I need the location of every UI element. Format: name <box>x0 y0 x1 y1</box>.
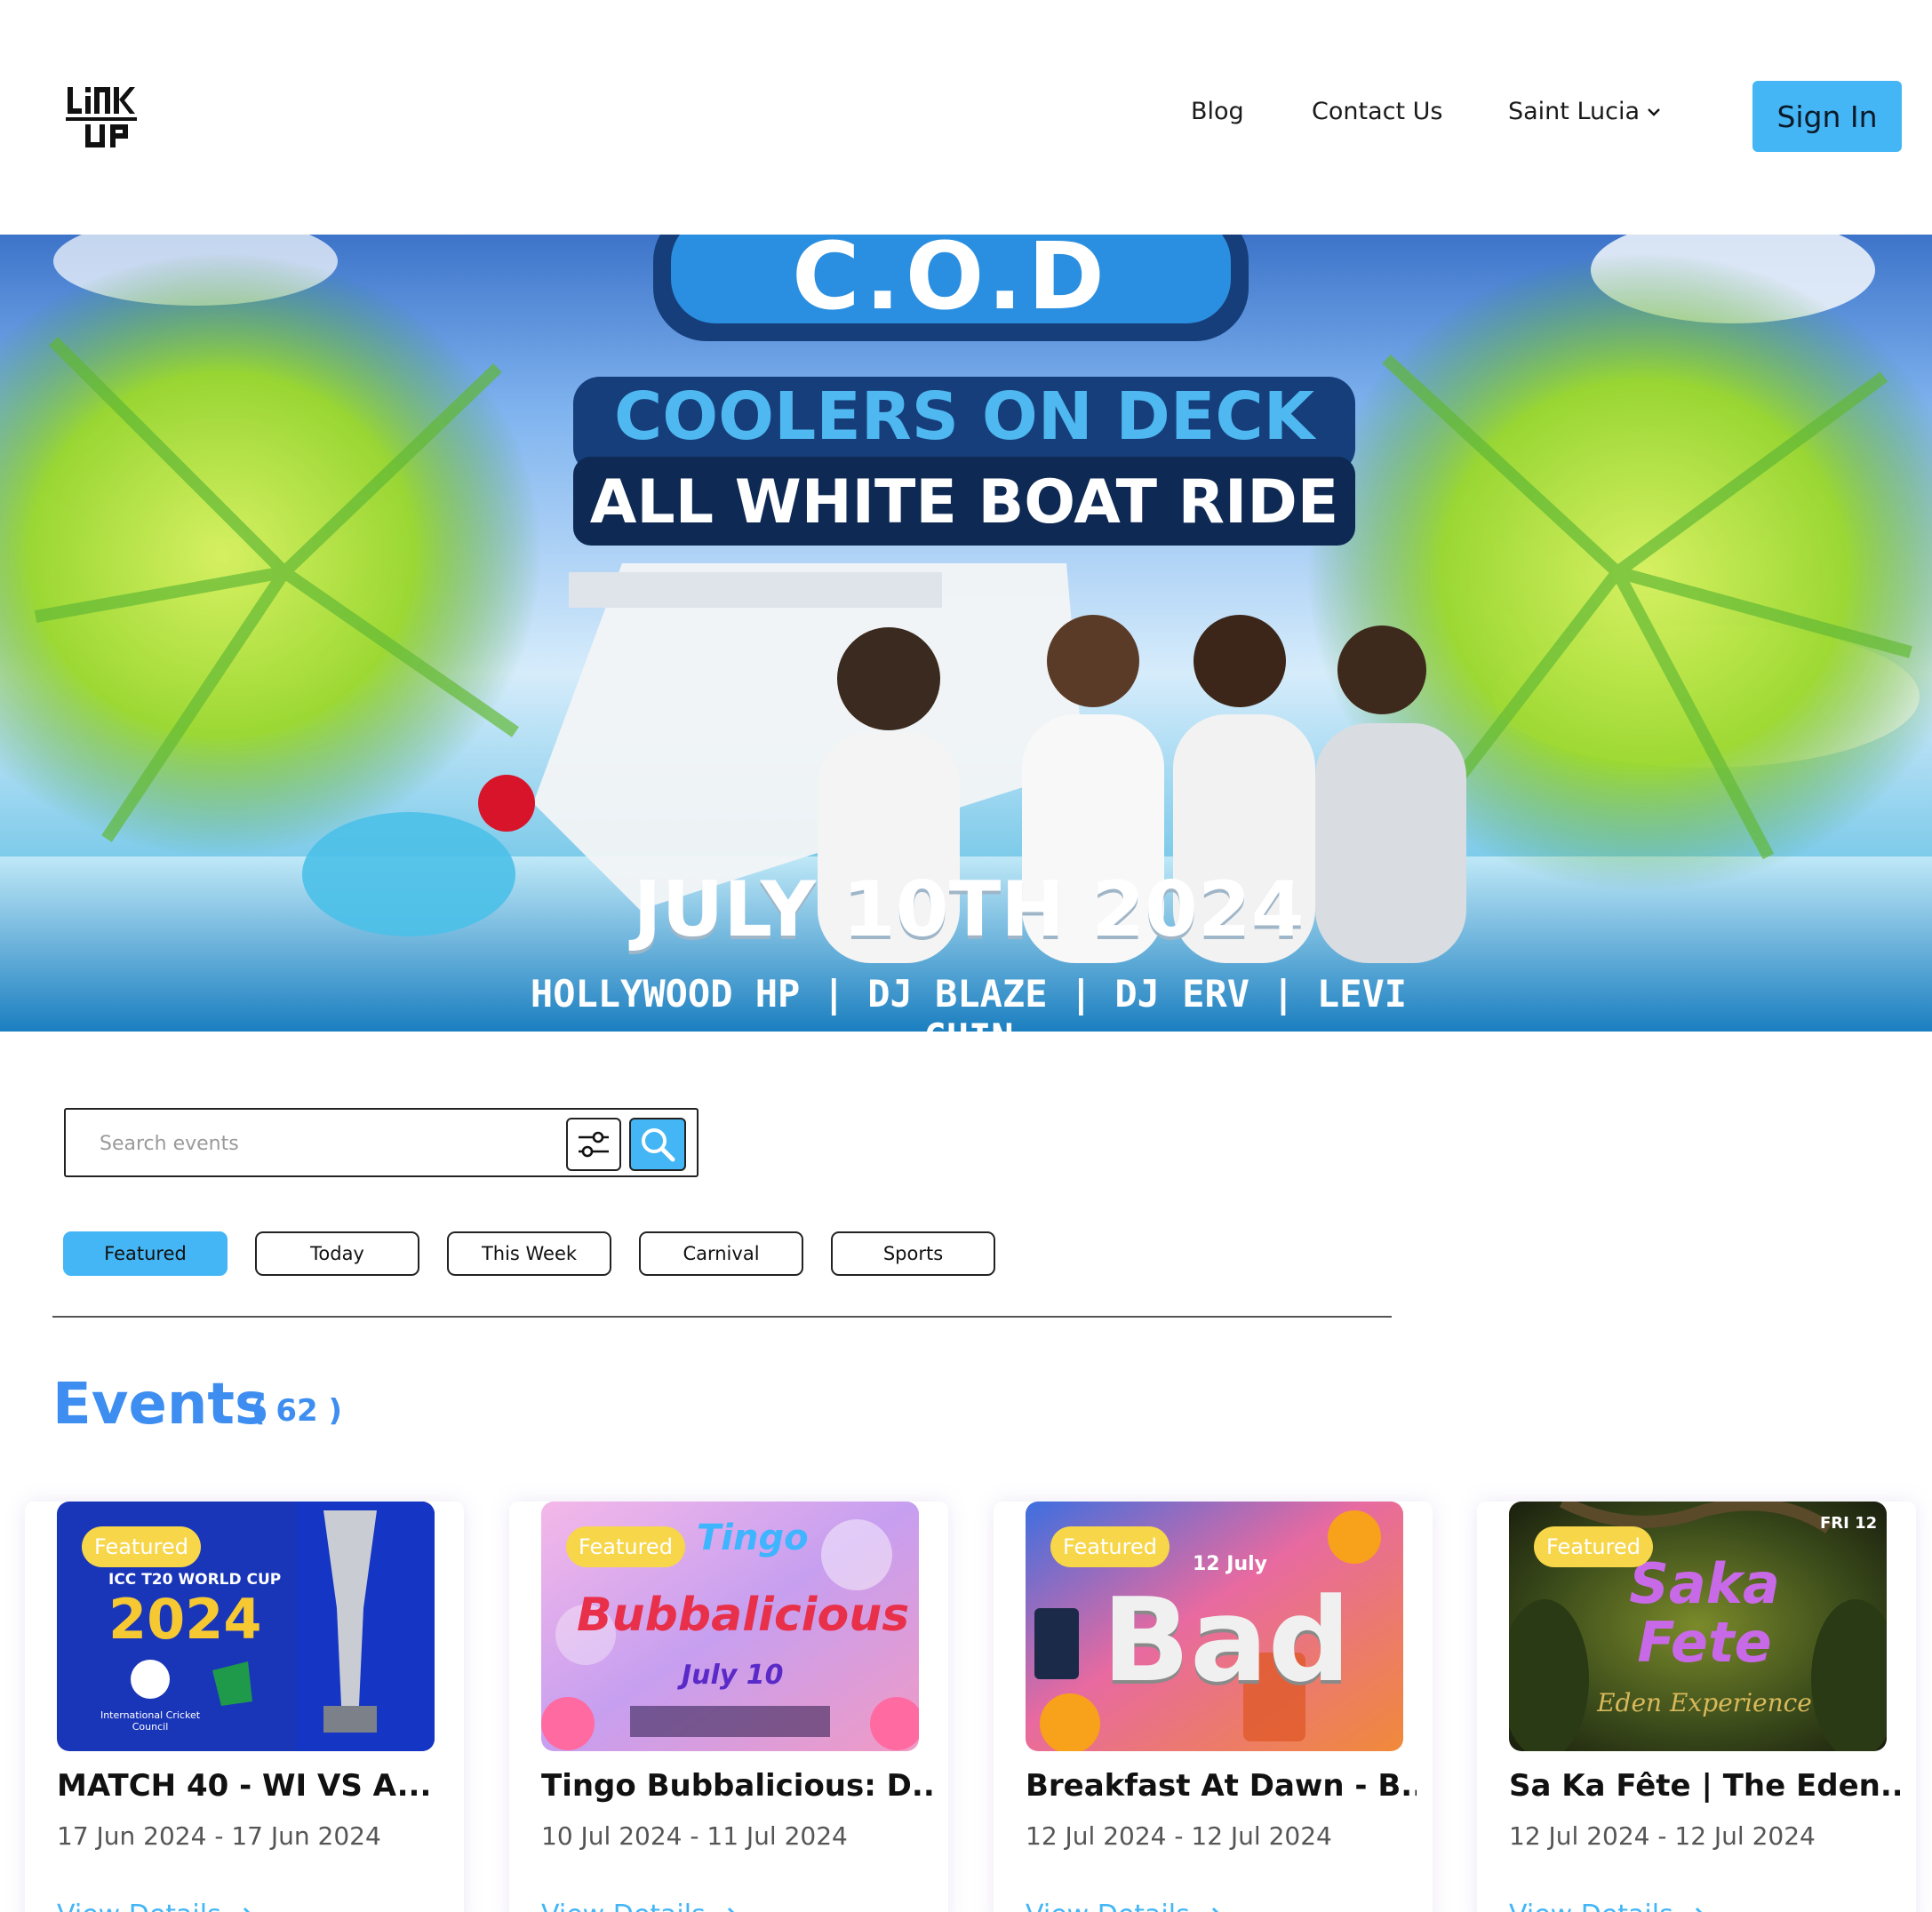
arrow-right-icon <box>1211 1907 1219 1912</box>
event-title[interactable]: Breakfast At Dawn - B... <box>1026 1768 1417 1804</box>
search-input[interactable] <box>100 1129 544 1158</box>
poster-line-3: International Cricket Council <box>100 1709 201 1733</box>
event-card[interactable]: ICC T20 WORLD CUP 2024 International Cri… <box>25 1502 464 1912</box>
filter-button[interactable] <box>566 1118 621 1171</box>
search-bar <box>64 1108 699 1177</box>
view-details-link[interactable]: View Details <box>57 1900 255 1912</box>
view-details-link[interactable]: View Details <box>1509 1900 1707 1912</box>
hero-subtitle: ALL WHITE BOAT RIDE <box>589 467 1339 538</box>
view-details-link[interactable]: View Details <box>541 1900 739 1912</box>
site-header: Blog Contact Us Saint Lucia Sign In <box>0 0 1932 235</box>
event-card[interactable]: FRI 12 Saka Fete Eden Experience Feature… <box>1477 1502 1916 1912</box>
poster-line-1: ICC T20 WORLD CUP <box>108 1571 282 1589</box>
tab-sports[interactable]: Sports <box>831 1231 995 1276</box>
main-nav: Blog Contact Us Saint Lucia <box>0 98 1932 133</box>
poster-line-2: 2024 <box>108 1587 262 1652</box>
hero-lineup: HOLLYWOOD HP | DJ BLAZE | DJ ERV | LEVI … <box>530 972 1408 1032</box>
hero-banner[interactable]: C.O.D COOLERS ON DECK ALL WHITE BOAT RID… <box>0 235 1932 1032</box>
tab-this-week[interactable]: This Week <box>447 1231 611 1276</box>
chevron-down-icon <box>1648 108 1660 116</box>
poster-line-2: Bad <box>1102 1573 1351 1708</box>
featured-badge: Featured <box>82 1526 201 1567</box>
arrow-right-icon <box>727 1907 735 1912</box>
event-title[interactable]: Tingo Bubbalicious: D... <box>541 1768 932 1804</box>
event-poster: FRI 12 Saka Fete Eden Experience Feature… <box>1509 1502 1887 1751</box>
sign-in-button[interactable]: Sign In <box>1752 81 1902 152</box>
view-details-label: View Details <box>541 1900 706 1912</box>
view-details-label: View Details <box>1509 1900 1673 1912</box>
tabs-divider <box>52 1316 1392 1318</box>
nav-blog-link[interactable]: Blog <box>1191 98 1244 125</box>
tab-featured[interactable]: Featured <box>63 1231 228 1276</box>
view-details-link[interactable]: View Details <box>1026 1900 1224 1912</box>
poster-line-2: Bubbalicious <box>577 1589 910 1642</box>
featured-badge: Featured <box>566 1526 685 1567</box>
view-details-label: View Details <box>1026 1900 1190 1912</box>
hero-logo-text: C.O.D <box>792 235 1110 331</box>
hero-date: JULY 10TH 2024 <box>633 865 1305 954</box>
event-date: 10 Jul 2024 - 11 Jul 2024 <box>541 1821 848 1851</box>
poster-line-1: Tingo <box>697 1518 809 1558</box>
event-card[interactable]: 12 July Bad Featured Breakfast At Dawn -… <box>994 1502 1433 1912</box>
region-dropdown[interactable]: Saint Lucia <box>1508 98 1663 125</box>
event-title[interactable]: MATCH 40 - WI VS A... <box>57 1768 448 1804</box>
poster-line-3: Eden Experience <box>1597 1688 1812 1717</box>
events-count: ( 62 ) <box>251 1393 343 1429</box>
arrow-right-icon <box>243 1907 251 1912</box>
view-details-label: View Details <box>57 1900 221 1912</box>
featured-badge: Featured <box>1534 1526 1653 1567</box>
events-heading: Events <box>52 1372 269 1438</box>
search-button[interactable] <box>629 1118 686 1171</box>
sliders-icon <box>579 1131 609 1158</box>
event-title[interactable]: Sa Ka Fête | The Eden... <box>1509 1768 1900 1804</box>
nav-contact-link[interactable]: Contact Us <box>1312 98 1442 125</box>
poster-line-3: July 10 <box>682 1660 784 1691</box>
tab-today[interactable]: Today <box>255 1231 419 1276</box>
tab-carnival[interactable]: Carnival <box>639 1231 803 1276</box>
region-label: Saint Lucia <box>1508 98 1641 125</box>
event-poster: 12 July Bad Featured <box>1026 1502 1403 1751</box>
arrow-right-icon <box>1695 1907 1703 1912</box>
poster-line-2: Saka Fete <box>1629 1551 1780 1675</box>
featured-badge: Featured <box>1050 1526 1170 1567</box>
event-date: 12 Jul 2024 - 12 Jul 2024 <box>1026 1821 1332 1851</box>
search-icon <box>642 1128 675 1162</box>
event-date: 12 Jul 2024 - 12 Jul 2024 <box>1509 1821 1816 1851</box>
event-card[interactable]: Tingo Bubbalicious July 10 Featured Ting… <box>509 1502 948 1912</box>
poster-line-1: FRI 12 <box>1820 1514 1878 1533</box>
event-poster: Tingo Bubbalicious July 10 Featured <box>541 1502 919 1751</box>
event-poster: ICC T20 WORLD CUP 2024 International Cri… <box>57 1502 435 1751</box>
hero-title: COOLERS ON DECK <box>613 378 1315 455</box>
event-date: 17 Jun 2024 - 17 Jun 2024 <box>57 1821 381 1851</box>
